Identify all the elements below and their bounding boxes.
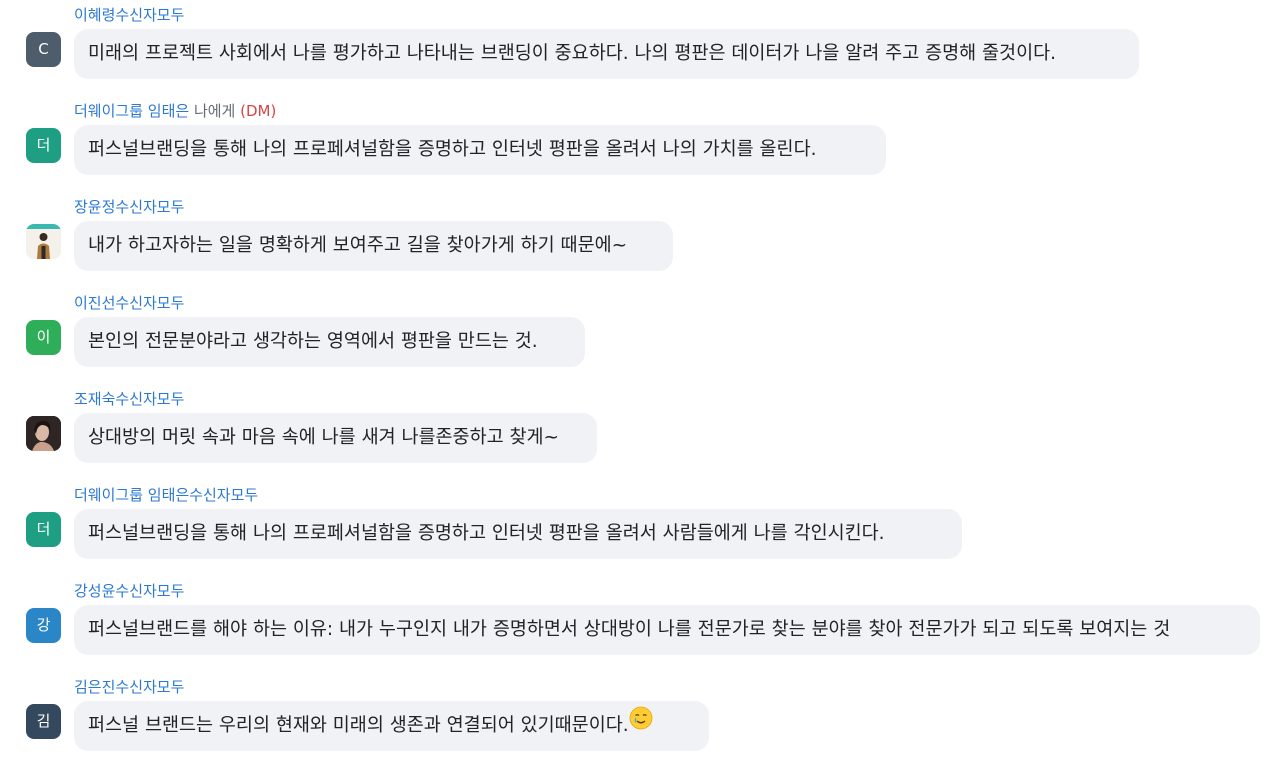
avatar[interactable]: 강 [26, 608, 61, 643]
message-bubble[interactable]: 퍼스널브랜드를 해야 하는 이유: 내가 누구인지 내가 증명하면서 상대방이 … [74, 605, 1260, 655]
sender-name[interactable]: 조재숙 [74, 390, 115, 408]
message-bubble[interactable]: 퍼스널 브랜드는 우리의 현재와 미래의 생존과 연결되어 있기때문이다. [74, 701, 709, 751]
chat-message[interactable]: 더웨이그룹 임태은 나에게 (DM) 더 퍼스널브랜딩을 통해 나의 프로페셔널함을… [0, 98, 1263, 194]
sender-name[interactable]: 더웨이그룹 임태은 [74, 486, 189, 504]
profile-photo-icon [26, 416, 61, 451]
recipient-text: 수신자모두 [115, 390, 185, 408]
sender-name[interactable]: 장윤정 [74, 198, 115, 216]
message-bubble[interactable]: 퍼스널브랜딩을 통해 나의 프로페셔널함을 증명하고 인터넷 평판을 올려서 사… [74, 509, 962, 559]
message-text: 내가 하고자하는 일을 명확하게 보여주고 길을 찾아가게 하기 때문에~ [88, 235, 628, 256]
message-bubble[interactable]: 본인의 전문분야라고 생각하는 영역에서 평판을 만드는 것. [74, 317, 585, 367]
smiling-face-with-tear-icon [629, 700, 653, 750]
message-bubble[interactable]: 상대방의 머릿 속과 마음 속에 나를 새겨 나를존중하고 찾게~ [74, 413, 597, 463]
chat-message[interactable]: 이진선수신자모두이 본인의 전문분야라고 생각하는 영역에서 평판을 만드는 것. [0, 290, 1263, 386]
avatar-initial: C [38, 40, 49, 58]
message-header: 김은진수신자모두 [74, 677, 184, 697]
message-bubble[interactable]: 퍼스널브랜딩을 통해 나의 프로페셔널함을 증명하고 인터넷 평판을 올려서 나… [74, 125, 886, 175]
avatar[interactable] [26, 224, 61, 259]
recipient-label: 수신자모두 [115, 582, 184, 600]
message-header: 조재숙수신자모두 [74, 389, 184, 409]
message-header: 더웨이그룹 임태은수신자모두 [74, 485, 258, 505]
recipient-text: 수신자모두 [189, 486, 259, 504]
avatar-initial: 더 [36, 136, 51, 154]
avatar[interactable]: C [26, 32, 61, 67]
recipient-label: 수신자모두 [115, 198, 184, 216]
avatar[interactable]: 이 [26, 320, 61, 355]
recipient-text: 수신자모두 [115, 294, 185, 312]
avatar-initial: 김 [36, 712, 51, 730]
profile-photo-icon [26, 224, 61, 259]
message-text: 퍼스널브랜딩을 통해 나의 프로페셔널함을 증명하고 인터넷 평판을 올려서 나… [88, 139, 817, 160]
avatar[interactable]: 김 [26, 704, 61, 739]
recipient-label: 수신자모두 [115, 6, 184, 24]
sender-name[interactable]: 이혜령 [74, 6, 115, 24]
message-bubble[interactable]: 미래의 프로젝트 사회에서 나를 평가하고 나타내는 브랜딩이 중요하다. 나의… [74, 29, 1139, 79]
sender-name[interactable]: 김은진 [74, 678, 115, 696]
message-bubble[interactable]: 내가 하고자하는 일을 명확하게 보여주고 길을 찾아가게 하기 때문에~ [74, 221, 673, 271]
message-header: 이혜령수신자모두 [74, 5, 184, 25]
recipient-label: 수신자모두 [115, 390, 184, 408]
message-text: 상대방의 머릿 속과 마음 속에 나를 새겨 나를존중하고 찾게~ [88, 427, 560, 448]
chat-message[interactable]: 장윤정수신자모두내가 하고자하는 일을 명확하게 보여주고 길을 찾아가게 하기… [0, 194, 1263, 290]
recipient-text: 수신자모두 [115, 582, 185, 600]
message-header: 강성윤수신자모두 [74, 581, 184, 601]
chat-message[interactable]: 더웨이그룹 임태은수신자모두더 퍼스널브랜딩을 통해 나의 프로페셔널함을 증명하… [0, 482, 1263, 578]
message-text: 퍼스널브랜드를 해야 하는 이유: 내가 누구인지 내가 증명하면서 상대방이 … [88, 619, 1171, 640]
avatar[interactable]: 더 [26, 128, 61, 163]
chat-message-list[interactable]: 이혜령수신자모두 C 미래의 프로젝트 사회에서 나를 평가하고 나타내는 브랜딩이… [0, 0, 1263, 768]
chat-message[interactable]: 조재숙수신자모두상대방의 머릿 속과 마음 속에 나를 새겨 나를존중하고 찾게… [0, 386, 1263, 482]
message-text: 본인의 전문분야라고 생각하는 영역에서 평판을 만드는 것. [88, 331, 538, 352]
sender-name[interactable]: 이진선 [74, 294, 115, 312]
chat-message[interactable]: 이혜령수신자모두 C 미래의 프로젝트 사회에서 나를 평가하고 나타내는 브랜딩이… [0, 2, 1263, 98]
recipient-text: 수신자모두 [115, 6, 185, 24]
recipient-text: 수신자모두 [115, 198, 185, 216]
avatar-initial: 더 [36, 520, 51, 538]
message-text: 퍼스널 브랜드는 우리의 현재와 미래의 생존과 연결되어 있기때문이다. [88, 715, 629, 736]
avatar-initial: 이 [36, 328, 51, 346]
message-header: 장윤정수신자모두 [74, 197, 184, 217]
dm-tag: (DM) [240, 102, 277, 120]
message-text: 미래의 프로젝트 사회에서 나를 평가하고 나타내는 브랜딩이 중요하다. 나의… [88, 43, 1056, 64]
sender-name[interactable]: 더웨이그룹 임태은 [74, 102, 189, 120]
message-header: 더웨이그룹 임태은 나에게 (DM) [74, 101, 276, 121]
avatar[interactable] [26, 416, 61, 451]
chat-message[interactable]: 강성윤수신자모두강 퍼스널브랜드를 해야 하는 이유: 내가 누구인지 내가 증명… [0, 578, 1263, 674]
message-header: 이진선수신자모두 [74, 293, 184, 313]
avatar-initial: 강 [36, 616, 51, 634]
sender-name[interactable]: 강성윤 [74, 582, 115, 600]
recipient-label: 수신자모두 [115, 294, 184, 312]
recipient-label: 나에게 (DM) [189, 102, 276, 120]
avatar[interactable]: 더 [26, 512, 61, 547]
recipient-label: 수신자모두 [189, 486, 258, 504]
chat-message[interactable]: 김은진수신자모두김 퍼스널 브랜드는 우리의 현재와 미래의 생존과 연결되어 있… [0, 674, 1263, 768]
recipient-text: 나에게 [189, 102, 241, 120]
recipient-text: 수신자모두 [115, 678, 185, 696]
message-text: 퍼스널브랜딩을 통해 나의 프로페셔널함을 증명하고 인터넷 평판을 올려서 사… [88, 523, 885, 544]
recipient-label: 수신자모두 [115, 678, 184, 696]
